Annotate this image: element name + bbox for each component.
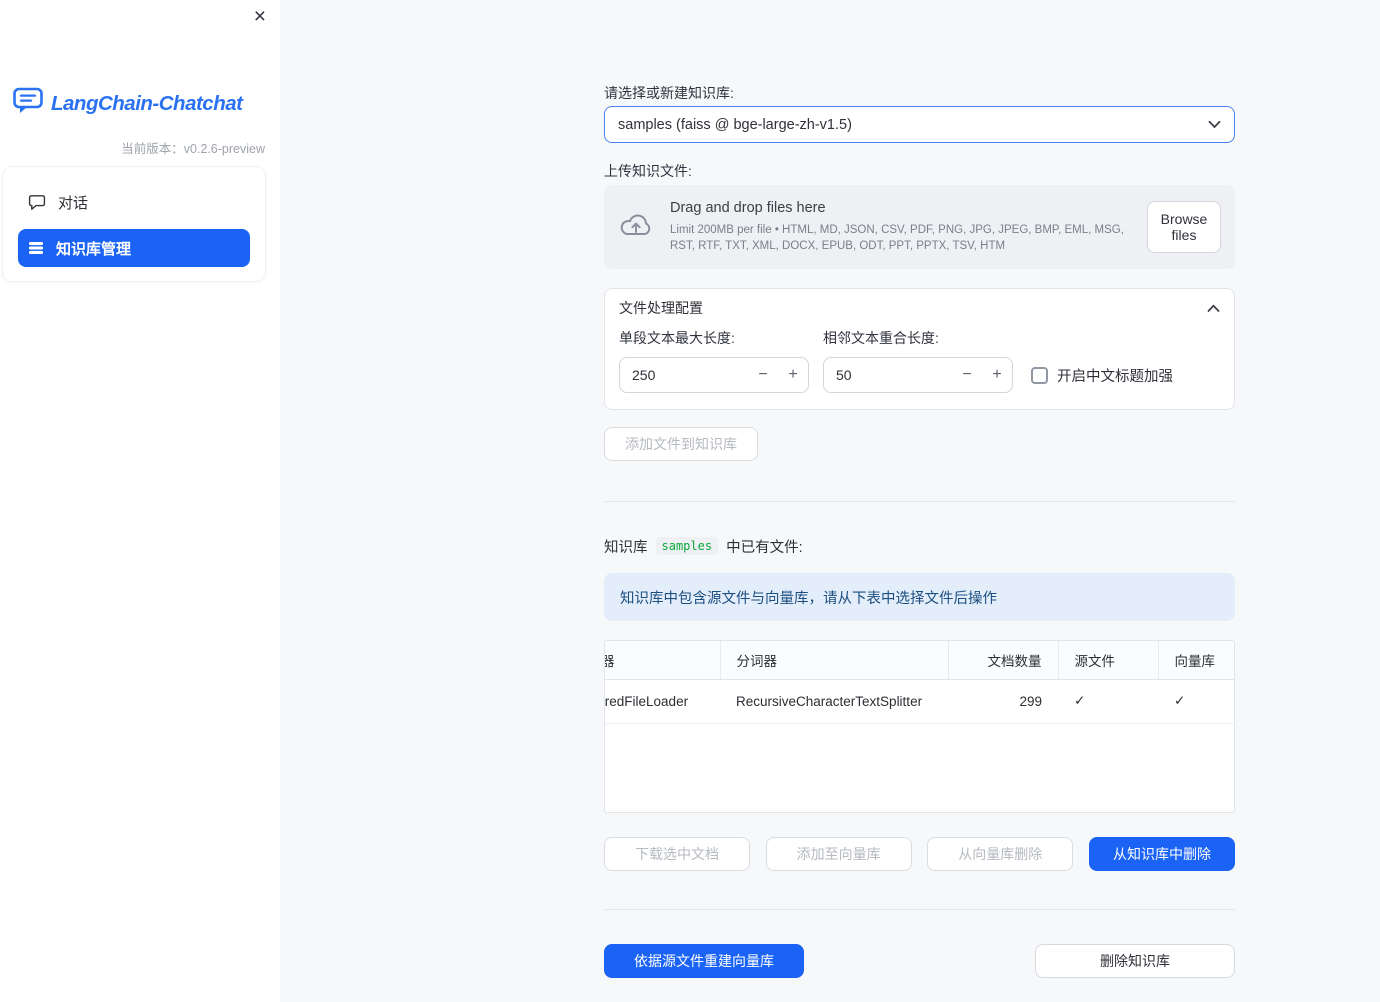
kb-files-suffix: 中已有文件: xyxy=(726,539,803,556)
delete-kb-button[interactable]: 删除知识库 xyxy=(1035,944,1235,978)
delete-from-kb-button[interactable]: 从知识库中删除 xyxy=(1088,837,1235,871)
zh-title-enhance-group: 开启中文标题加强 xyxy=(1031,357,1173,393)
expander-title: 文件处理配置 xyxy=(619,299,703,316)
file-actions-row: 下载选中文档 添加至向量库 从向量库删除 从知识库中删除 xyxy=(604,837,1235,871)
expander-header[interactable]: 文件处理配置 xyxy=(605,289,1234,326)
kb-select[interactable]: samples (faiss @ bge-large-zh-v1.5) xyxy=(604,106,1235,143)
sidebar-item-label: 对话 xyxy=(58,194,89,212)
file-config-expander: 文件处理配置 单段文本最大长度: 250 − + 相邻文本重合长度: 50 − … xyxy=(604,288,1235,410)
cell-vector-store-check[interactable]: ✓ xyxy=(1158,679,1234,724)
overlap-size-value[interactable]: 50 xyxy=(824,367,952,383)
expander-body: 单段文本最大长度: 250 − + 相邻文本重合长度: 50 − + 开启中文标… xyxy=(605,326,1234,409)
add-to-vector-store-button[interactable]: 添加至向量库 xyxy=(765,837,912,871)
file-dropzone[interactable]: Drag and drop files here Limit 200MB per… xyxy=(604,185,1235,269)
version-text: 当前版本：v0.2.6-preview xyxy=(121,142,265,156)
overlap-size-group: 相邻文本重合长度: 50 − + xyxy=(823,328,1013,393)
kb-files-heading: 知识库 samples 中已有文件: xyxy=(604,536,1235,556)
overlap-size-input[interactable]: 50 − + xyxy=(823,357,1013,393)
column-header-doc-count: 文档数量 xyxy=(947,641,1058,680)
sidebar-item-knowledge-base[interactable]: 知识库管理 xyxy=(18,229,250,267)
kb-select-label: 请选择或新建知识库: xyxy=(604,85,734,101)
dropzone-limit-text: Limit 200MB per file • HTML, MD, JSON, C… xyxy=(670,223,1124,252)
chevron-up-icon xyxy=(1207,300,1220,316)
delete-from-vector-store-button[interactable]: 从向量库删除 xyxy=(927,837,1074,871)
cloud-upload-icon xyxy=(618,211,654,244)
brand-name: LangChain-Chatchat xyxy=(51,91,243,115)
column-header-splitter: 分词器 xyxy=(719,641,948,680)
overlap-size-increment-button[interactable]: + xyxy=(982,366,1012,384)
overlap-size-label: 相邻文本重合长度: xyxy=(823,330,939,346)
upload-label: 上传知识文件: xyxy=(604,163,692,179)
cell-loader[interactable]: UnstructuredFileLoader xyxy=(605,679,720,724)
chat-bubble-icon xyxy=(28,193,46,211)
sidebar: × LangChain-Chatchat 当前版本：v0.2.6-preview… xyxy=(0,0,280,1002)
stack-icon xyxy=(28,240,44,256)
divider xyxy=(604,909,1235,910)
cell-doc-count[interactable]: 299 xyxy=(948,679,1058,724)
brand-logo: LangChain-Chatchat xyxy=(12,86,268,121)
info-banner-text: 知识库中包含源文件与向量库，请从下表中选择文件后操作 xyxy=(620,590,997,607)
overlap-size-decrement-button[interactable]: − xyxy=(952,366,982,384)
rebuild-vector-store-button[interactable]: 依据源文件重建向量库 xyxy=(604,944,804,978)
sidebar-item-dialogue[interactable]: 对话 xyxy=(18,183,250,221)
main-content: 请选择或新建知识库: samples (faiss @ bge-large-zh… xyxy=(280,0,1380,1002)
dropzone-text: Drag and drop files here Limit 200MB per… xyxy=(670,200,1147,254)
dropzone-title: Drag and drop files here xyxy=(670,199,826,216)
kb-actions-row: 依据源文件重建向量库 删除知识库 xyxy=(604,944,1235,978)
add-files-to-kb-button[interactable]: 添加文件到知识库 xyxy=(604,427,758,461)
chunk-size-label: 单段文本最大长度: xyxy=(619,330,735,346)
chunk-size-decrement-button[interactable]: − xyxy=(748,366,778,384)
download-selected-button[interactable]: 下载选中文档 xyxy=(604,837,750,871)
cell-source-file-check[interactable]: ✓ xyxy=(1058,679,1158,724)
files-table[interactable]: 文档加载器 分词器 文档数量 源文件 向量库 UnstructuredFileL… xyxy=(604,640,1235,813)
kb-name-code: samples xyxy=(655,537,719,555)
sidebar-item-label: 知识库管理 xyxy=(56,240,132,258)
column-header-vector-store: 向量库 xyxy=(1157,641,1234,680)
column-header-loader: 文档加载器 xyxy=(605,641,720,680)
sidebar-menu: 对话 知识库管理 xyxy=(2,166,266,282)
chunk-size-input[interactable]: 250 − + xyxy=(619,357,809,393)
browse-files-button[interactable]: Browse files xyxy=(1147,201,1221,253)
info-banner: 知识库中包含源文件与向量库，请从下表中选择文件后操作 xyxy=(604,573,1235,621)
column-header-source-file: 源文件 xyxy=(1057,641,1158,680)
divider xyxy=(604,501,1235,502)
sidebar-close-button[interactable]: × xyxy=(254,6,266,27)
chunk-size-group: 单段文本最大长度: 250 − + xyxy=(619,328,809,393)
chunk-size-increment-button[interactable]: + xyxy=(778,366,808,384)
chevron-down-icon xyxy=(1208,117,1221,133)
cell-splitter[interactable]: RecursiveCharacterTextSplitter xyxy=(720,679,948,724)
kb-files-prefix: 知识库 xyxy=(604,539,648,556)
zh-title-enhance-label: 开启中文标题加强 xyxy=(1057,368,1173,385)
zh-title-enhance-checkbox[interactable] xyxy=(1031,366,1048,384)
table-header-row: 文档加载器 分词器 文档数量 源文件 向量库 xyxy=(605,641,1234,680)
kb-select-value: samples (faiss @ bge-large-zh-v1.5) xyxy=(618,116,852,133)
brand-chat-icon xyxy=(12,86,44,121)
table-row[interactable]: UnstructuredFileLoader RecursiveCharacte… xyxy=(605,679,1234,724)
chunk-size-value[interactable]: 250 xyxy=(620,367,748,383)
